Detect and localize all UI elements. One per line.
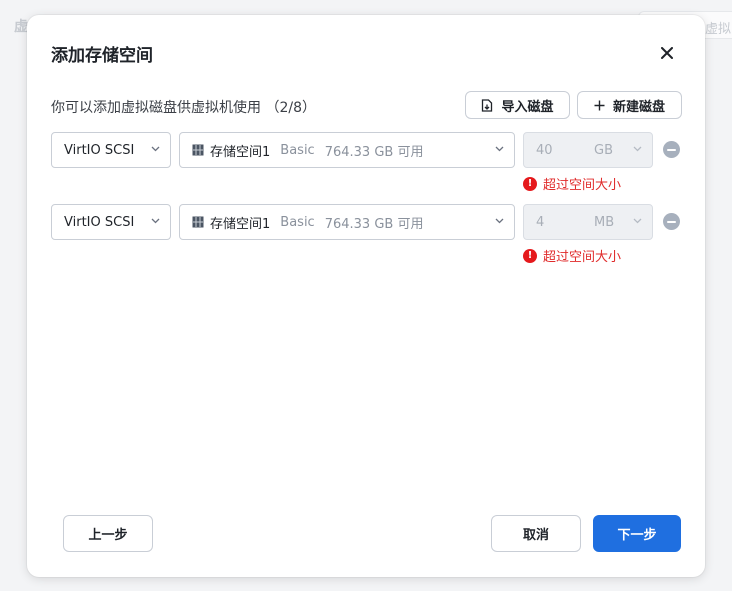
disk-size-value: 40 [536, 143, 553, 158]
error-icon: ! [523, 176, 537, 191]
controller-select[interactable]: VirtIO SCSI [51, 132, 171, 168]
new-disk-label: 新建磁盘 [612, 99, 665, 115]
chevron-down-icon [151, 218, 160, 224]
dialog-subtitle: 你可以添加虚拟磁盘供虚拟机使用 （2/8） [51, 100, 316, 116]
remove-disk-button[interactable] [663, 213, 680, 230]
pool-free-space: 764.33 GB 可用 [324, 216, 424, 232]
previous-step-button[interactable]: 上一步 [63, 515, 153, 552]
size-error-message: ! 超过空间大小 [523, 174, 621, 193]
close-button[interactable] [655, 41, 679, 65]
dialog-title: 添加存储空间 [51, 46, 153, 66]
chevron-down-icon [495, 146, 504, 152]
disk-size-unit: GB [594, 143, 613, 158]
import-disk-button[interactable]: 导入磁盘 [465, 91, 570, 119]
next-step-button[interactable]: 下一步 [593, 515, 681, 552]
pool-type: Basic [280, 214, 315, 230]
import-disk-label: 导入磁盘 [501, 99, 554, 115]
remove-disk-button[interactable] [663, 141, 680, 158]
new-disk-button[interactable]: 新建磁盘 [577, 91, 682, 119]
disk-size-field[interactable]: 4 MB [523, 204, 653, 240]
chevron-down-icon [495, 218, 504, 224]
pool-name: 存储空间1 [210, 216, 271, 232]
error-text: 超过空间大小 [543, 178, 622, 193]
pool-type: Basic [280, 142, 315, 158]
pool-name: 存储空间1 [210, 144, 271, 160]
background-page-title: 虚 [14, 19, 28, 35]
disk-size-value: 4 [536, 215, 545, 230]
storage-pool-icon [192, 144, 204, 156]
error-icon: ! [523, 248, 537, 263]
controller-value: VirtIO SCSI [64, 142, 135, 158]
cancel-button[interactable]: 取消 [491, 515, 581, 552]
chevron-down-icon [151, 146, 160, 152]
storage-pool-select[interactable]: 存储空间1 Basic 764.33 GB 可用 [179, 132, 515, 168]
chevron-down-icon [633, 146, 642, 152]
minus-icon [667, 220, 676, 223]
disk-size-unit: MB [594, 215, 615, 230]
disk-size-field[interactable]: 40 GB [523, 132, 653, 168]
error-text: 超过空间大小 [543, 250, 622, 265]
size-error-message: ! 超过空间大小 [523, 246, 621, 265]
disk-row: VirtIO SCSI 存储空间1 Basic 764.33 GB 可用 40 … [27, 132, 705, 202]
plus-icon [594, 100, 605, 110]
chevron-down-icon [633, 218, 642, 224]
storage-pool-select[interactable]: 存储空间1 Basic 764.33 GB 可用 [179, 204, 515, 240]
close-icon [661, 47, 673, 59]
minus-icon [667, 148, 676, 151]
storage-pool-icon [192, 216, 204, 228]
controller-value: VirtIO SCSI [64, 214, 135, 230]
file-import-icon [482, 98, 493, 112]
controller-select[interactable]: VirtIO SCSI [51, 204, 171, 240]
add-storage-dialog: 添加存储空间 你可以添加虚拟磁盘供虚拟机使用 （2/8） 导入磁盘 新建磁盘 V… [27, 15, 705, 577]
disk-row: VirtIO SCSI 存储空间1 Basic 764.33 GB 可用 4 M… [27, 204, 705, 274]
pool-free-space: 764.33 GB 可用 [324, 144, 424, 160]
